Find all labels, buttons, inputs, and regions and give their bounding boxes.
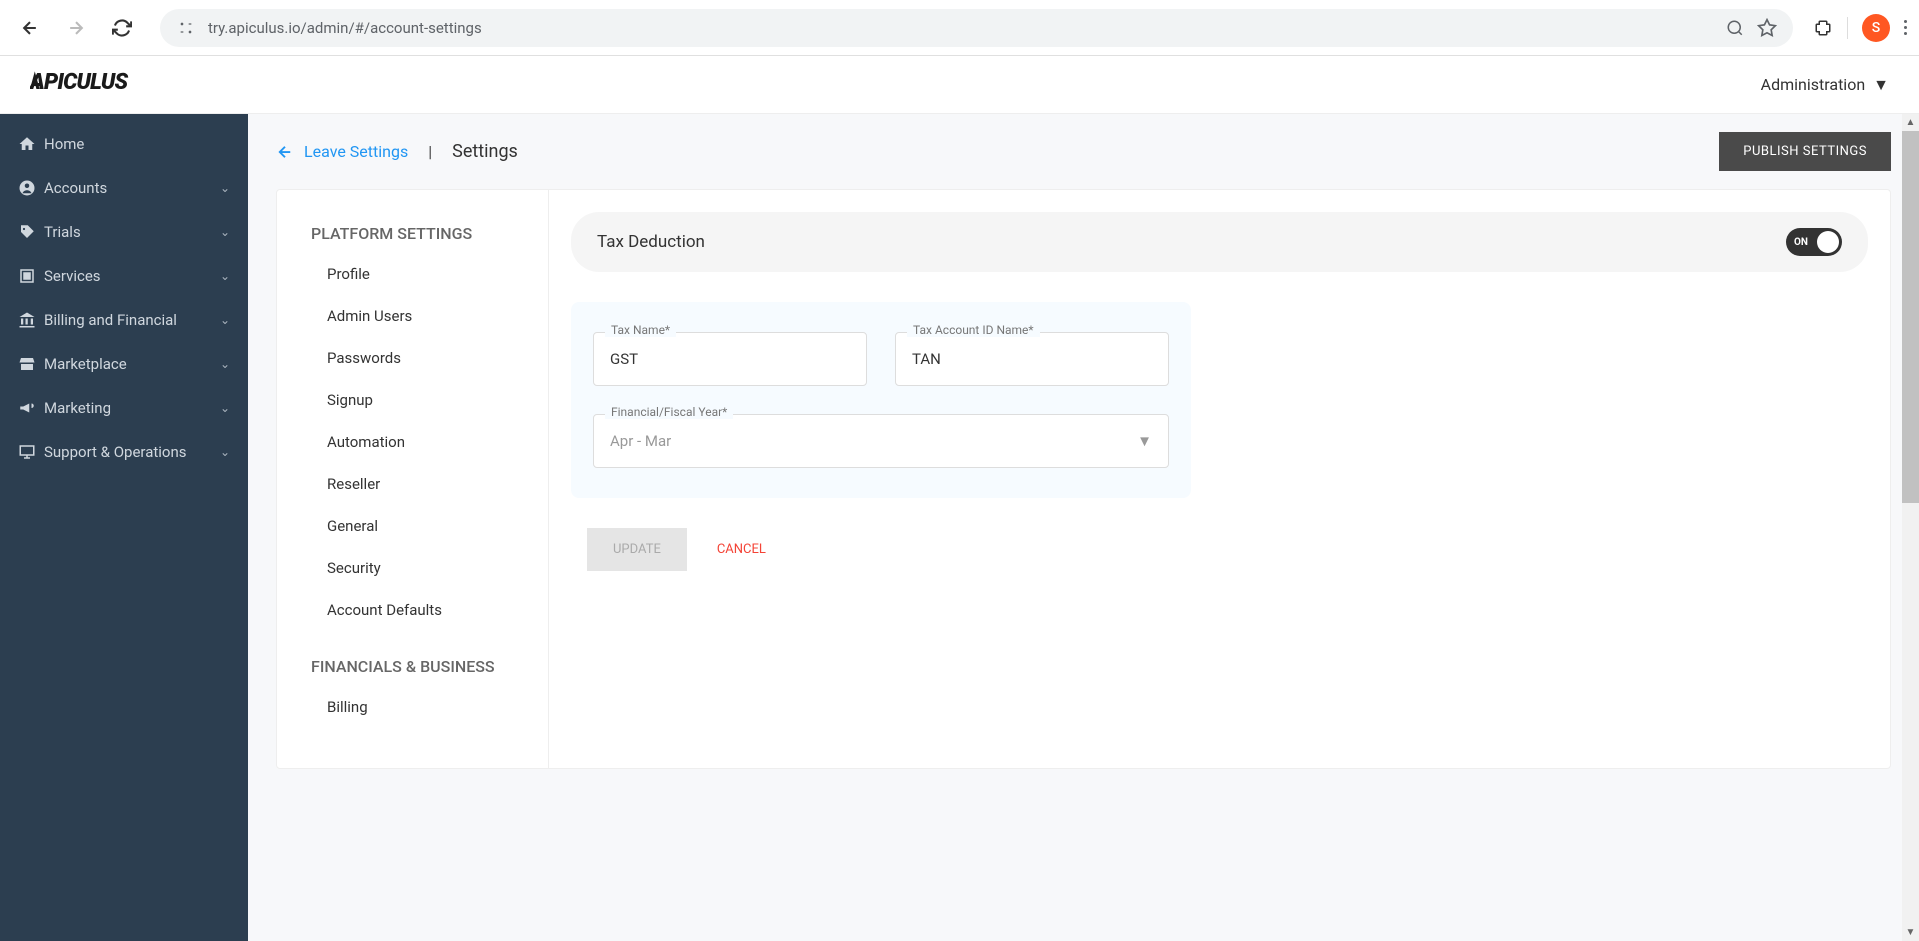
tag-icon — [18, 223, 44, 241]
nav-item-reseller[interactable]: Reseller — [277, 463, 548, 505]
bank-icon — [18, 311, 44, 329]
user-circle-icon — [18, 179, 44, 197]
sidebar-item-services[interactable]: Services ⌄ — [0, 254, 248, 298]
nav-item-security[interactable]: Security — [277, 547, 548, 589]
chevron-down-icon: ⌄ — [220, 269, 230, 283]
sidebar-item-accounts[interactable]: Accounts ⌄ — [0, 166, 248, 210]
settings-detail: Tax Deduction ON Tax Name* Tax Account I… — [549, 190, 1890, 768]
nav-item-profile[interactable]: Profile — [277, 253, 548, 295]
nav-heading-financials: FINANCIALS & BUSINESS — [277, 647, 548, 686]
fiscal-year-label: Financial/Fiscal Year* — [605, 405, 733, 419]
chevron-down-icon: ⌄ — [220, 357, 230, 371]
home-icon — [18, 135, 44, 153]
update-button[interactable]: UPDATE — [587, 528, 687, 571]
store-icon — [18, 355, 44, 373]
reload-button[interactable] — [104, 10, 140, 46]
back-button[interactable] — [12, 10, 48, 46]
nav-item-billing[interactable]: Billing — [277, 686, 548, 728]
tax-account-input[interactable] — [895, 332, 1169, 386]
chevron-down-icon: ⌄ — [220, 181, 230, 195]
tax-form: Tax Name* Tax Account ID Name* Financial… — [571, 302, 1191, 498]
tax-account-label: Tax Account ID Name* — [907, 323, 1040, 337]
content-header: Leave Settings | Settings PUBLISH SETTIN… — [248, 114, 1919, 189]
layers-icon — [18, 267, 44, 285]
caret-down-icon: ▼ — [1137, 432, 1152, 450]
nav-item-signup[interactable]: Signup — [277, 379, 548, 421]
browser-right-icons: S — [1813, 14, 1907, 42]
tax-account-field: Tax Account ID Name* — [895, 332, 1169, 386]
tax-name-field: Tax Name* — [593, 332, 867, 386]
bullhorn-icon — [18, 399, 44, 417]
publish-settings-button[interactable]: PUBLISH SETTINGS — [1719, 132, 1891, 171]
zoom-icon[interactable] — [1725, 18, 1745, 38]
form-actions: UPDATE CANCEL — [587, 528, 1868, 571]
chevron-down-icon: ⌄ — [220, 401, 230, 415]
cancel-button[interactable]: CANCEL — [717, 542, 766, 557]
separator: | — [428, 142, 432, 161]
extensions-icon[interactable] — [1813, 18, 1833, 38]
nav-item-automation[interactable]: Automation — [277, 421, 548, 463]
fiscal-year-field: Financial/Fiscal Year* Apr - Mar ▼ — [593, 414, 1169, 468]
scroll-thumb[interactable] — [1902, 131, 1919, 503]
chevron-down-icon: ⌄ — [220, 445, 230, 459]
svg-text:APICULUS: APICULUS — [30, 69, 129, 95]
tax-name-label: Tax Name* — [605, 323, 676, 337]
chevron-down-icon: ⌄ — [220, 313, 230, 327]
profile-avatar[interactable]: S — [1862, 14, 1890, 42]
fiscal-year-select[interactable]: Apr - Mar ▼ — [593, 414, 1169, 468]
settings-panel: PLATFORM SETTINGS Profile Admin Users Pa… — [276, 189, 1891, 769]
leave-settings-link[interactable]: Leave Settings — [276, 142, 408, 161]
vertical-scrollbar[interactable]: ▲ ▼ — [1902, 114, 1919, 941]
sidebar-item-marketing[interactable]: Marketing ⌄ — [0, 386, 248, 430]
browser-toolbar: try.apiculus.io/admin/#/account-settings… — [0, 0, 1919, 56]
tax-name-input[interactable] — [593, 332, 867, 386]
tax-deduction-toggle[interactable]: ON — [1786, 228, 1842, 256]
app-header: APICULUS Administration ▼ — [0, 56, 1919, 114]
sidebar-item-trials[interactable]: Trials ⌄ — [0, 210, 248, 254]
sidebar-item-marketplace[interactable]: Marketplace ⌄ — [0, 342, 248, 386]
sidebar-item-support-operations[interactable]: Support & Operations ⌄ — [0, 430, 248, 474]
scroll-down-arrow[interactable]: ▼ — [1902, 924, 1919, 941]
arrow-left-icon — [276, 143, 294, 161]
chevron-down-icon: ⌄ — [220, 225, 230, 239]
sidebar-item-home[interactable]: Home — [0, 122, 248, 166]
logo[interactable]: APICULUS — [30, 66, 190, 103]
forward-button[interactable] — [58, 10, 94, 46]
nav-item-general[interactable]: General — [277, 505, 548, 547]
divider — [1847, 17, 1848, 39]
bookmark-icon[interactable] — [1757, 18, 1777, 38]
scroll-up-arrow[interactable]: ▲ — [1902, 114, 1919, 131]
url-text: try.apiculus.io/admin/#/account-settings — [208, 19, 1713, 37]
toggle-knob — [1817, 231, 1839, 253]
site-settings-icon[interactable] — [176, 18, 196, 38]
caret-down-icon: ▼ — [1873, 75, 1889, 95]
app-body: Home Accounts ⌄ Trials ⌄ Services ⌄ Bill… — [0, 114, 1919, 941]
browser-menu-icon[interactable] — [1904, 20, 1907, 35]
page-title: Settings — [452, 141, 518, 162]
nav-item-passwords[interactable]: Passwords — [277, 337, 548, 379]
url-bar[interactable]: try.apiculus.io/admin/#/account-settings — [160, 9, 1793, 47]
main-content: Leave Settings | Settings PUBLISH SETTIN… — [248, 114, 1919, 941]
sidebar-item-billing-financial[interactable]: Billing and Financial ⌄ — [0, 298, 248, 342]
nav-heading-platform: PLATFORM SETTINGS — [277, 214, 548, 253]
section-title: Tax Deduction — [597, 232, 705, 252]
nav-item-account-defaults[interactable]: Account Defaults — [277, 589, 548, 631]
settings-nav: PLATFORM SETTINGS Profile Admin Users Pa… — [277, 190, 549, 768]
monitor-icon — [18, 443, 44, 461]
main-sidebar: Home Accounts ⌄ Trials ⌄ Services ⌄ Bill… — [0, 114, 248, 941]
apiculus-logo-svg: APICULUS — [30, 66, 190, 96]
administration-dropdown[interactable]: Administration ▼ — [1761, 75, 1889, 95]
nav-item-admin-users[interactable]: Admin Users — [277, 295, 548, 337]
section-header: Tax Deduction ON — [571, 212, 1868, 272]
